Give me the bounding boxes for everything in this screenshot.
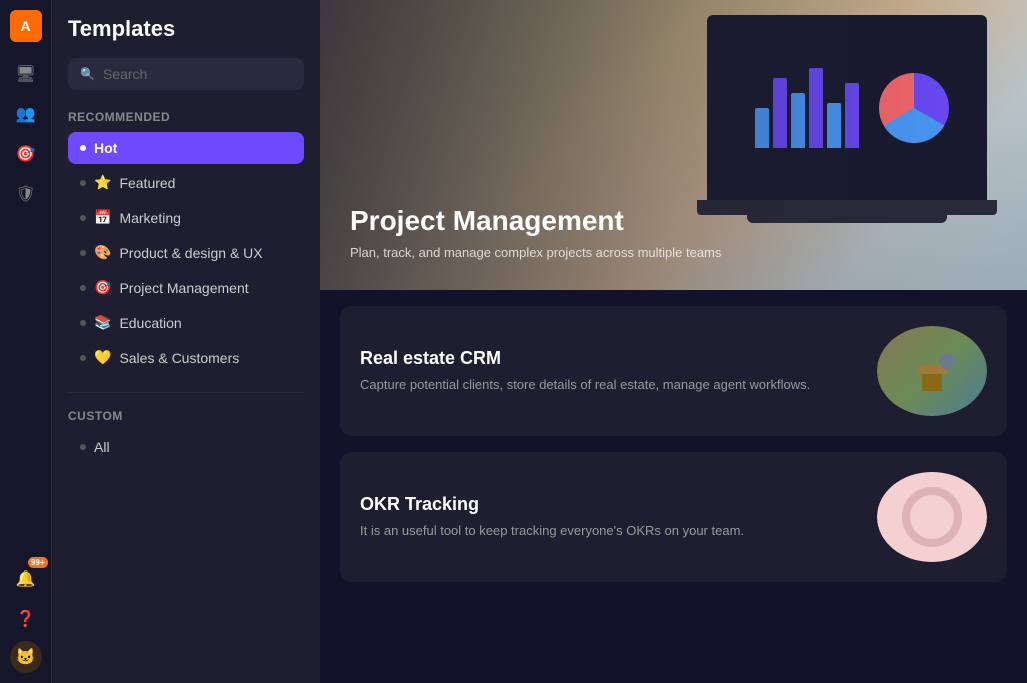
project-dot	[80, 285, 86, 291]
education-dot	[80, 320, 86, 326]
help-icon[interactable]: ❓	[8, 601, 44, 637]
featured-banner[interactable]: Project Management Plan, track, and mana…	[320, 0, 1027, 290]
sales-label: Sales & Customers	[119, 350, 239, 366]
banner-title: Project Management	[350, 205, 997, 237]
project-icon: 🎯	[94, 279, 111, 296]
hot-dot	[80, 145, 86, 151]
monitor-icon[interactable]: 🖥	[8, 56, 44, 92]
notification-wrapper: 🔔 99+	[8, 561, 44, 597]
featured-label: Featured	[119, 175, 175, 191]
card-title-real-estate: Real estate CRM	[360, 348, 861, 369]
shield-icon[interactable]: 🛡	[8, 176, 44, 212]
sidebar-divider	[68, 392, 304, 393]
app-avatar[interactable]: A	[10, 10, 42, 42]
card-thumbnail-real-estate	[877, 326, 987, 416]
sidebar-item-project[interactable]: 🎯 Project Management	[68, 271, 304, 304]
search-input[interactable]	[103, 66, 292, 82]
sales-icon: 💛	[94, 349, 111, 366]
target-icon[interactable]: 🎯	[8, 136, 44, 172]
recommended-label: Recommended	[68, 110, 304, 124]
sidebar-title: Templates	[68, 16, 304, 42]
icon-bar: A 🖥 👥 🎯 🛡 🔔 99+ ❓ 🐱	[0, 0, 52, 683]
sales-dot	[80, 355, 86, 361]
card-desc-real-estate: Capture potential clients, store details…	[360, 375, 861, 395]
sidebar-item-product[interactable]: 🎨 Product & design & UX	[68, 236, 304, 269]
card-desc-okr: It is an useful tool to keep tracking ev…	[360, 521, 861, 541]
sidebar-item-education[interactable]: 📚 Education	[68, 306, 304, 339]
project-label: Project Management	[119, 280, 248, 296]
hand-icon	[902, 341, 962, 401]
product-label: Product & design & UX	[119, 245, 262, 261]
card-content-okr: OKR Tracking It is an useful tool to kee…	[360, 494, 861, 541]
featured-icon: ⭐	[94, 174, 111, 191]
template-card-real-estate[interactable]: Real estate CRM Capture potential client…	[340, 306, 1007, 436]
okr-circle	[902, 487, 962, 547]
search-box[interactable]: 🔍	[68, 58, 304, 90]
featured-dot	[80, 180, 86, 186]
banner-content: Project Management Plan, track, and mana…	[320, 0, 1027, 290]
okr-thumb-image	[877, 472, 987, 562]
marketing-dot	[80, 215, 86, 221]
sidebar-item-sales[interactable]: 💛 Sales & Customers	[68, 341, 304, 374]
user-avatar-icon[interactable]: 🐱	[10, 641, 42, 673]
custom-label: Custom	[68, 409, 304, 423]
product-icon: 🎨	[94, 244, 111, 261]
card-content-real-estate: Real estate CRM Capture potential client…	[360, 348, 861, 395]
template-card-okr[interactable]: OKR Tracking It is an useful tool to kee…	[340, 452, 1007, 582]
marketing-label: Marketing	[119, 210, 180, 226]
education-label: Education	[119, 315, 181, 331]
card-thumbnail-okr	[877, 472, 987, 562]
search-icon: 🔍	[80, 67, 95, 81]
hot-label: Hot	[94, 140, 117, 156]
marketing-icon: 📅	[94, 209, 111, 226]
card-list: Real estate CRM Capture potential client…	[320, 290, 1027, 614]
users-icon[interactable]: 👥	[8, 96, 44, 132]
main-content: Project Management Plan, track, and mana…	[320, 0, 1027, 683]
sidebar: Templates 🔍 Recommended Hot ⭐ Featured 📅…	[52, 0, 320, 683]
real-estate-thumb-image	[877, 326, 987, 416]
notification-badge: 99+	[28, 557, 48, 568]
product-dot	[80, 250, 86, 256]
all-label: All	[94, 439, 110, 455]
all-dot	[80, 444, 86, 450]
card-title-okr: OKR Tracking	[360, 494, 861, 515]
sidebar-item-hot[interactable]: Hot	[68, 132, 304, 164]
sidebar-item-marketing[interactable]: 📅 Marketing	[68, 201, 304, 234]
education-icon: 📚	[94, 314, 111, 331]
sidebar-item-featured[interactable]: ⭐ Featured	[68, 166, 304, 199]
banner-description: Plan, track, and manage complex projects…	[350, 245, 850, 260]
sidebar-item-all[interactable]: All	[68, 431, 304, 463]
